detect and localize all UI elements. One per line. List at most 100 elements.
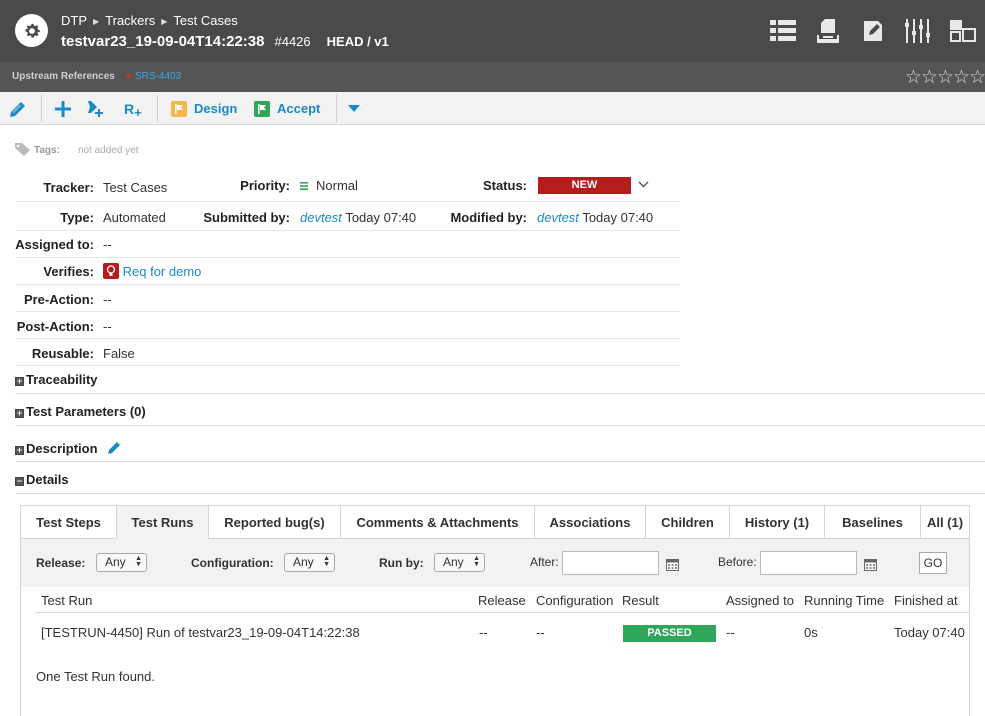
rating-stars[interactable]: ☆☆☆☆☆	[905, 66, 985, 89]
after-filter-label: After:	[530, 555, 559, 569]
after-date-input[interactable]	[562, 551, 659, 575]
edit-description-pencil-icon[interactable]	[107, 440, 122, 455]
details-section-toggle[interactable]: − Details	[15, 472, 69, 487]
tab-baselines[interactable]: Baselines	[824, 505, 921, 539]
priority-value[interactable]: Normal	[300, 178, 358, 193]
post-action-label: Post-Action:	[16, 319, 94, 334]
reference-id[interactable]: SRS-4403	[135, 71, 181, 82]
release-filter-select[interactable]: Any ▲ ▼	[96, 553, 147, 572]
column-header-test-run[interactable]: Test Run	[41, 593, 92, 608]
column-header-configuration[interactable]: Configuration	[536, 593, 613, 608]
tab-history[interactable]: History (1)	[729, 505, 825, 539]
tags-row: Tags: not added yet	[15, 143, 139, 156]
edit-doc-icon[interactable]	[858, 17, 887, 44]
submitted-user-link[interactable]: devtest	[300, 210, 342, 225]
requirement-marker-icon	[127, 74, 131, 78]
post-action-value[interactable]: --	[103, 319, 112, 334]
test-parameters-section-title: Test Parameters (0)	[26, 404, 146, 419]
page-title: testvar23_19-09-04T14:22:38	[61, 33, 265, 50]
layout-icon[interactable]	[948, 17, 977, 44]
breadcrumb-test-cases[interactable]: Test Cases	[173, 13, 237, 28]
pre-action-value[interactable]: --	[103, 292, 112, 307]
select-arrows-icon: ▲ ▼	[135, 555, 142, 568]
toolbar-divider	[336, 95, 337, 122]
tags-value[interactable]: not added yet	[78, 145, 139, 156]
add-button[interactable]	[55, 92, 71, 125]
column-header-release[interactable]: Release	[478, 593, 526, 608]
configuration-filter-select[interactable]: Any ▲ ▼	[284, 553, 335, 572]
column-header-result[interactable]: Result	[622, 593, 659, 608]
tab-associations[interactable]: Associations	[534, 505, 646, 539]
running-time-cell: 0s	[804, 625, 818, 640]
breadcrumb-dtp[interactable]: DTP	[61, 13, 87, 28]
go-button[interactable]: GO	[919, 552, 947, 574]
design-flag-icon	[171, 100, 187, 117]
configuration-filter-value: Any	[293, 555, 314, 569]
calendar-icon[interactable]	[864, 558, 877, 571]
tab-children[interactable]: Children	[645, 505, 730, 539]
breadcrumb-trackers[interactable]: Trackers	[105, 13, 155, 28]
status-badge[interactable]: NEW	[538, 177, 631, 194]
plus-icon: +	[134, 105, 142, 120]
priority-normal-icon	[300, 182, 308, 190]
gear-icon[interactable]	[15, 14, 48, 47]
column-header-assigned-to[interactable]: Assigned to	[726, 593, 794, 608]
tab-all[interactable]: All (1)	[920, 505, 970, 539]
traceability-section-toggle[interactable]: + Traceability	[15, 372, 98, 387]
tab-test-runs[interactable]: Test Runs	[116, 505, 209, 539]
table-header-divider	[35, 612, 969, 613]
toolbar-divider	[157, 95, 158, 122]
accept-flag-icon	[254, 100, 270, 117]
chevron-down-icon[interactable]	[638, 181, 649, 188]
accept-button[interactable]: Accept	[254, 92, 320, 125]
calendar-icon[interactable]	[666, 558, 679, 571]
caret-down-icon	[348, 104, 360, 112]
reusable-value[interactable]: False	[103, 346, 135, 361]
test-parameters-section-toggle[interactable]: + Test Parameters (0)	[15, 404, 146, 419]
section-divider	[15, 493, 985, 494]
design-label: Design	[194, 101, 238, 116]
add-child-icon	[88, 100, 103, 117]
test-runs-filter-bar: Release: Any ▲ ▼ Configuration: Any ▲ ▼ Run …	[20, 539, 970, 587]
add-reference-button[interactable]: R +	[124, 92, 142, 125]
run-by-filter-select[interactable]: Any ▲ ▼	[434, 553, 485, 572]
assigned-to-cell: --	[726, 625, 735, 640]
status-label: Status:	[482, 178, 527, 193]
add-child-button[interactable]	[87, 92, 105, 125]
priority-text: Normal	[316, 178, 358, 193]
breadcrumb-separator-icon: ▶	[93, 17, 100, 26]
finished-at-cell: Today 07:40	[894, 625, 965, 640]
submitted-by-label: Submitted by:	[203, 210, 290, 225]
test-run-link[interactable]: [TESTRUN-4450] Run of testvar23_19-09-04…	[41, 625, 360, 640]
version-label[interactable]: HEAD / v1	[327, 34, 389, 49]
document-icon[interactable]	[813, 17, 842, 44]
configuration-filter-label: Configuration:	[191, 556, 274, 570]
verifies-label: Verifies:	[43, 264, 94, 279]
modified-user-link[interactable]: devtest	[537, 210, 579, 225]
column-header-finished-at[interactable]: Finished at	[894, 593, 958, 608]
toolbar-divider	[41, 95, 42, 122]
modified-time: Today 07:40	[582, 210, 654, 225]
verifies-value[interactable]: Req for demo	[103, 263, 201, 279]
expand-icon: +	[15, 445, 24, 455]
list-view-icon[interactable]	[768, 17, 797, 44]
tab-reported-bugs[interactable]: Reported bug(s)	[208, 505, 341, 539]
columns-icon[interactable]	[903, 17, 932, 44]
more-actions-button[interactable]	[348, 92, 360, 125]
before-date-input[interactable]	[760, 551, 857, 575]
upstream-reference-link[interactable]: SRS-4403	[127, 71, 181, 82]
type-label: Type:	[60, 210, 94, 225]
item-number: #4426	[274, 34, 311, 49]
edit-button[interactable]	[9, 92, 27, 125]
description-section-toggle[interactable]: + Description	[15, 440, 122, 456]
submitted-by-value: devtest Today 07:40	[300, 210, 416, 225]
title-line: testvar23_19-09-04T14:22:38 #4426 HEAD / v…	[61, 33, 389, 50]
column-header-running-time[interactable]: Running Time	[804, 593, 884, 608]
verifies-link[interactable]: Req for demo	[123, 264, 202, 279]
breadcrumb-separator-icon: ▶	[161, 17, 168, 26]
divider	[15, 230, 680, 231]
tab-test-steps[interactable]: Test Steps	[20, 505, 117, 539]
design-button[interactable]: Design	[171, 92, 237, 125]
assigned-to-value[interactable]: --	[103, 237, 112, 252]
tab-comments-attachments[interactable]: Comments & Attachments	[340, 505, 535, 539]
